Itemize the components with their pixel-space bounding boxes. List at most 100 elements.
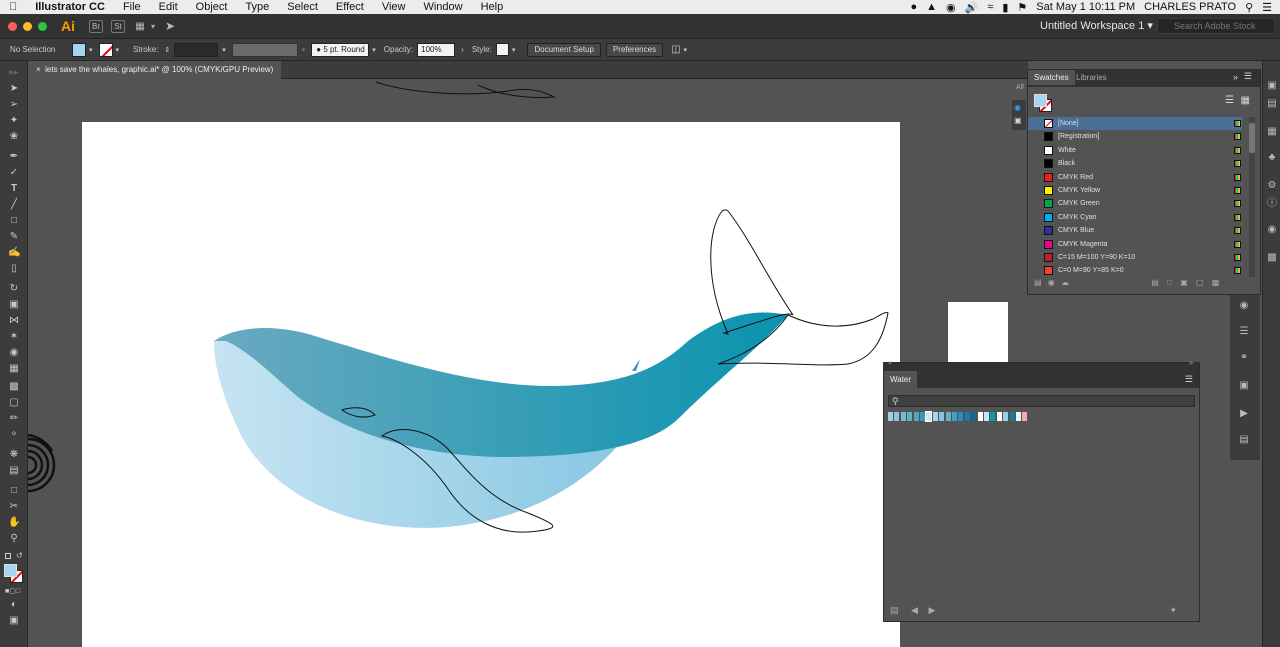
water-swatch[interactable] xyxy=(964,412,970,421)
volume-icon[interactable]: 🔊 xyxy=(965,1,979,14)
curvature-tool-icon[interactable]: ✓ xyxy=(8,167,20,179)
swatches-icon[interactable]: ▦ xyxy=(1267,127,1277,137)
previous-icon[interactable]: ◀ xyxy=(911,605,918,615)
swatch-row[interactable]: C=0 M=90 Y=85 K=0 xyxy=(1028,264,1242,277)
water-swatch[interactable] xyxy=(925,411,933,422)
align-icon[interactable]: ☰ xyxy=(1239,327,1249,337)
close-window-button[interactable] xyxy=(8,21,17,31)
chevron-down-icon[interactable]: ▾ xyxy=(222,46,226,54)
stock-button[interactable]: St xyxy=(111,19,125,33)
menu-select[interactable]: Select xyxy=(278,1,327,13)
swatch-row[interactable]: [None] xyxy=(1028,117,1242,130)
swatch-row[interactable]: CMYK Yellow xyxy=(1028,184,1242,197)
shape-builder-tool-icon[interactable]: ◉ xyxy=(8,347,20,359)
chevron-down-icon[interactable]: ▾ xyxy=(512,46,516,54)
water-panel-title[interactable]: Water xyxy=(884,371,918,388)
symbols-icon[interactable]: ♣ xyxy=(1267,153,1277,163)
slice-tool-icon[interactable]: ✂ xyxy=(8,501,20,513)
collapse-panel-icon[interactable]: » xyxy=(1189,360,1193,367)
magic-wand-tool-icon[interactable]: ✦ xyxy=(8,115,20,127)
collapse-panel-icon[interactable]: » xyxy=(1233,72,1238,82)
water-swatch[interactable] xyxy=(894,412,900,421)
swatch-row[interactable]: Black xyxy=(1028,157,1242,170)
pathfinder-icon[interactable]: ▣ xyxy=(1239,381,1249,391)
menu-window[interactable]: Window xyxy=(414,1,471,13)
water-swatch[interactable] xyxy=(900,412,906,421)
symbol-sprayer-tool-icon[interactable]: ❋ xyxy=(8,449,20,461)
rectangle-tool-icon[interactable]: □ xyxy=(8,215,20,227)
stroke-weight-input[interactable] xyxy=(174,42,219,57)
color-panel-icon[interactable]: ▣ xyxy=(1267,81,1277,91)
chevron-down-icon[interactable]: ▾ xyxy=(372,46,376,54)
preferences-button[interactable]: Preferences xyxy=(605,42,664,57)
panel-menu-icon[interactable]: ☰ xyxy=(1185,374,1193,385)
perspective-grid-tool-icon[interactable]: ▦ xyxy=(8,363,20,375)
swap-fill-stroke-icon[interactable]: ↺ xyxy=(16,551,23,560)
water-swatch[interactable] xyxy=(888,412,893,421)
paintbrush-tool-icon[interactable]: ✎ xyxy=(8,231,20,243)
gradient-tool-icon[interactable]: ▢ xyxy=(8,397,20,409)
water-swatch[interactable] xyxy=(939,412,945,421)
bridge-button[interactable]: Br xyxy=(89,19,103,33)
width-tool-icon[interactable]: ⋈ xyxy=(8,315,20,327)
stray-curve[interactable] xyxy=(375,81,556,98)
water-search-input[interactable]: ⚲ xyxy=(888,395,1195,407)
new-color-group-icon[interactable]: □ xyxy=(1167,278,1172,287)
puppet-warp-tool-icon[interactable]: ✶ xyxy=(8,331,20,343)
column-graph-tool-icon[interactable]: ▤ xyxy=(8,465,20,477)
arrange-documents-icon[interactable]: ▦ xyxy=(133,20,147,33)
color-guide-icon[interactable]: ▤ xyxy=(1267,99,1277,109)
shaper-tool-icon[interactable]: ✍ xyxy=(8,247,20,259)
swatch-row[interactable]: CMYK Red xyxy=(1028,171,1242,184)
document-tab[interactable]: × lets save the whales, graphic.ai* @ 10… xyxy=(28,61,282,79)
eyedropper-tool-icon[interactable]: ✏ xyxy=(8,413,20,425)
apple-icon[interactable]:  xyxy=(0,1,26,13)
menu-effect[interactable]: Effect xyxy=(327,1,373,13)
brush-definition[interactable]: ● 5 pt. Round xyxy=(311,42,370,57)
info-icon[interactable]: ⓘ xyxy=(1267,199,1277,209)
stroke-swatch[interactable] xyxy=(98,42,113,57)
fill-color-box[interactable] xyxy=(4,564,17,577)
water-swatch[interactable] xyxy=(1022,412,1028,421)
wifi-icon[interactable]: ≈ xyxy=(987,1,993,13)
water-swatch[interactable] xyxy=(984,412,989,421)
malwarebytes-icon[interactable]: ▲ xyxy=(926,1,937,13)
water-swatch[interactable] xyxy=(920,412,925,421)
mesh-tool-icon[interactable]: ▩ xyxy=(8,381,20,393)
menu-object[interactable]: Object xyxy=(187,1,237,13)
close-tab-icon[interactable]: × xyxy=(36,65,41,74)
transparency-icon[interactable]: ▤ xyxy=(1239,435,1249,445)
scale-tool-icon[interactable]: ▣ xyxy=(8,299,20,311)
panel-fill-box[interactable] xyxy=(1034,94,1047,107)
chevron-down-icon[interactable]: ▾ xyxy=(151,22,155,31)
water-swatch[interactable] xyxy=(971,412,977,421)
water-swatch[interactable] xyxy=(1016,412,1021,421)
layer-thumb-icon[interactable]: ▣ xyxy=(1014,116,1022,125)
direct-selection-tool-icon[interactable]: ➢ xyxy=(8,99,20,111)
collapse-icon[interactable]: ▶▶ xyxy=(8,67,20,79)
chevron-right-icon[interactable]: › xyxy=(461,45,464,54)
water-swatch[interactable] xyxy=(996,412,1002,421)
swatch-row[interactable]: CMYK Magenta xyxy=(1028,238,1242,251)
menu-datetime[interactable]: Sat May 1 10:11 PM xyxy=(1036,1,1135,13)
close-panel-icon[interactable]: × xyxy=(888,360,892,367)
swatch-row[interactable]: CMYK Blue xyxy=(1028,224,1242,237)
visibility-icon[interactable]: ◉ xyxy=(1014,103,1021,112)
search-stock-input[interactable]: Search Adobe Stock xyxy=(1157,18,1275,34)
gpu-rocket-icon[interactable]: ➤ xyxy=(165,19,175,33)
image-trace-icon[interactable]: ▩ xyxy=(1267,253,1277,263)
new-swatch-icon[interactable]: ▢ xyxy=(1196,278,1204,287)
delete-swatch-icon[interactable]: ▩ xyxy=(1212,278,1220,287)
swatch-row[interactable]: [Registration] xyxy=(1028,130,1242,143)
selection-tool-icon[interactable]: ➤ xyxy=(8,83,20,95)
flag-icon[interactable]: ⚑ xyxy=(1017,1,1027,14)
swatch-options-icon[interactable]: ▤ xyxy=(1151,278,1159,287)
actions-play-icon[interactable]: ▶ xyxy=(1239,409,1249,419)
swatch-scrollbar[interactable] xyxy=(1249,117,1255,277)
menu-app-name[interactable]: Illustrator CC xyxy=(26,1,114,13)
draw-mode-icon[interactable]: ◐ xyxy=(8,599,20,611)
rotate-tool-icon[interactable]: ↻ xyxy=(8,283,20,295)
properties-gear-icon[interactable]: ⚙ xyxy=(1267,181,1277,191)
show-kinds-icon[interactable]: ◉ xyxy=(1048,278,1055,287)
links-icon[interactable]: ⚭ xyxy=(1239,353,1249,363)
